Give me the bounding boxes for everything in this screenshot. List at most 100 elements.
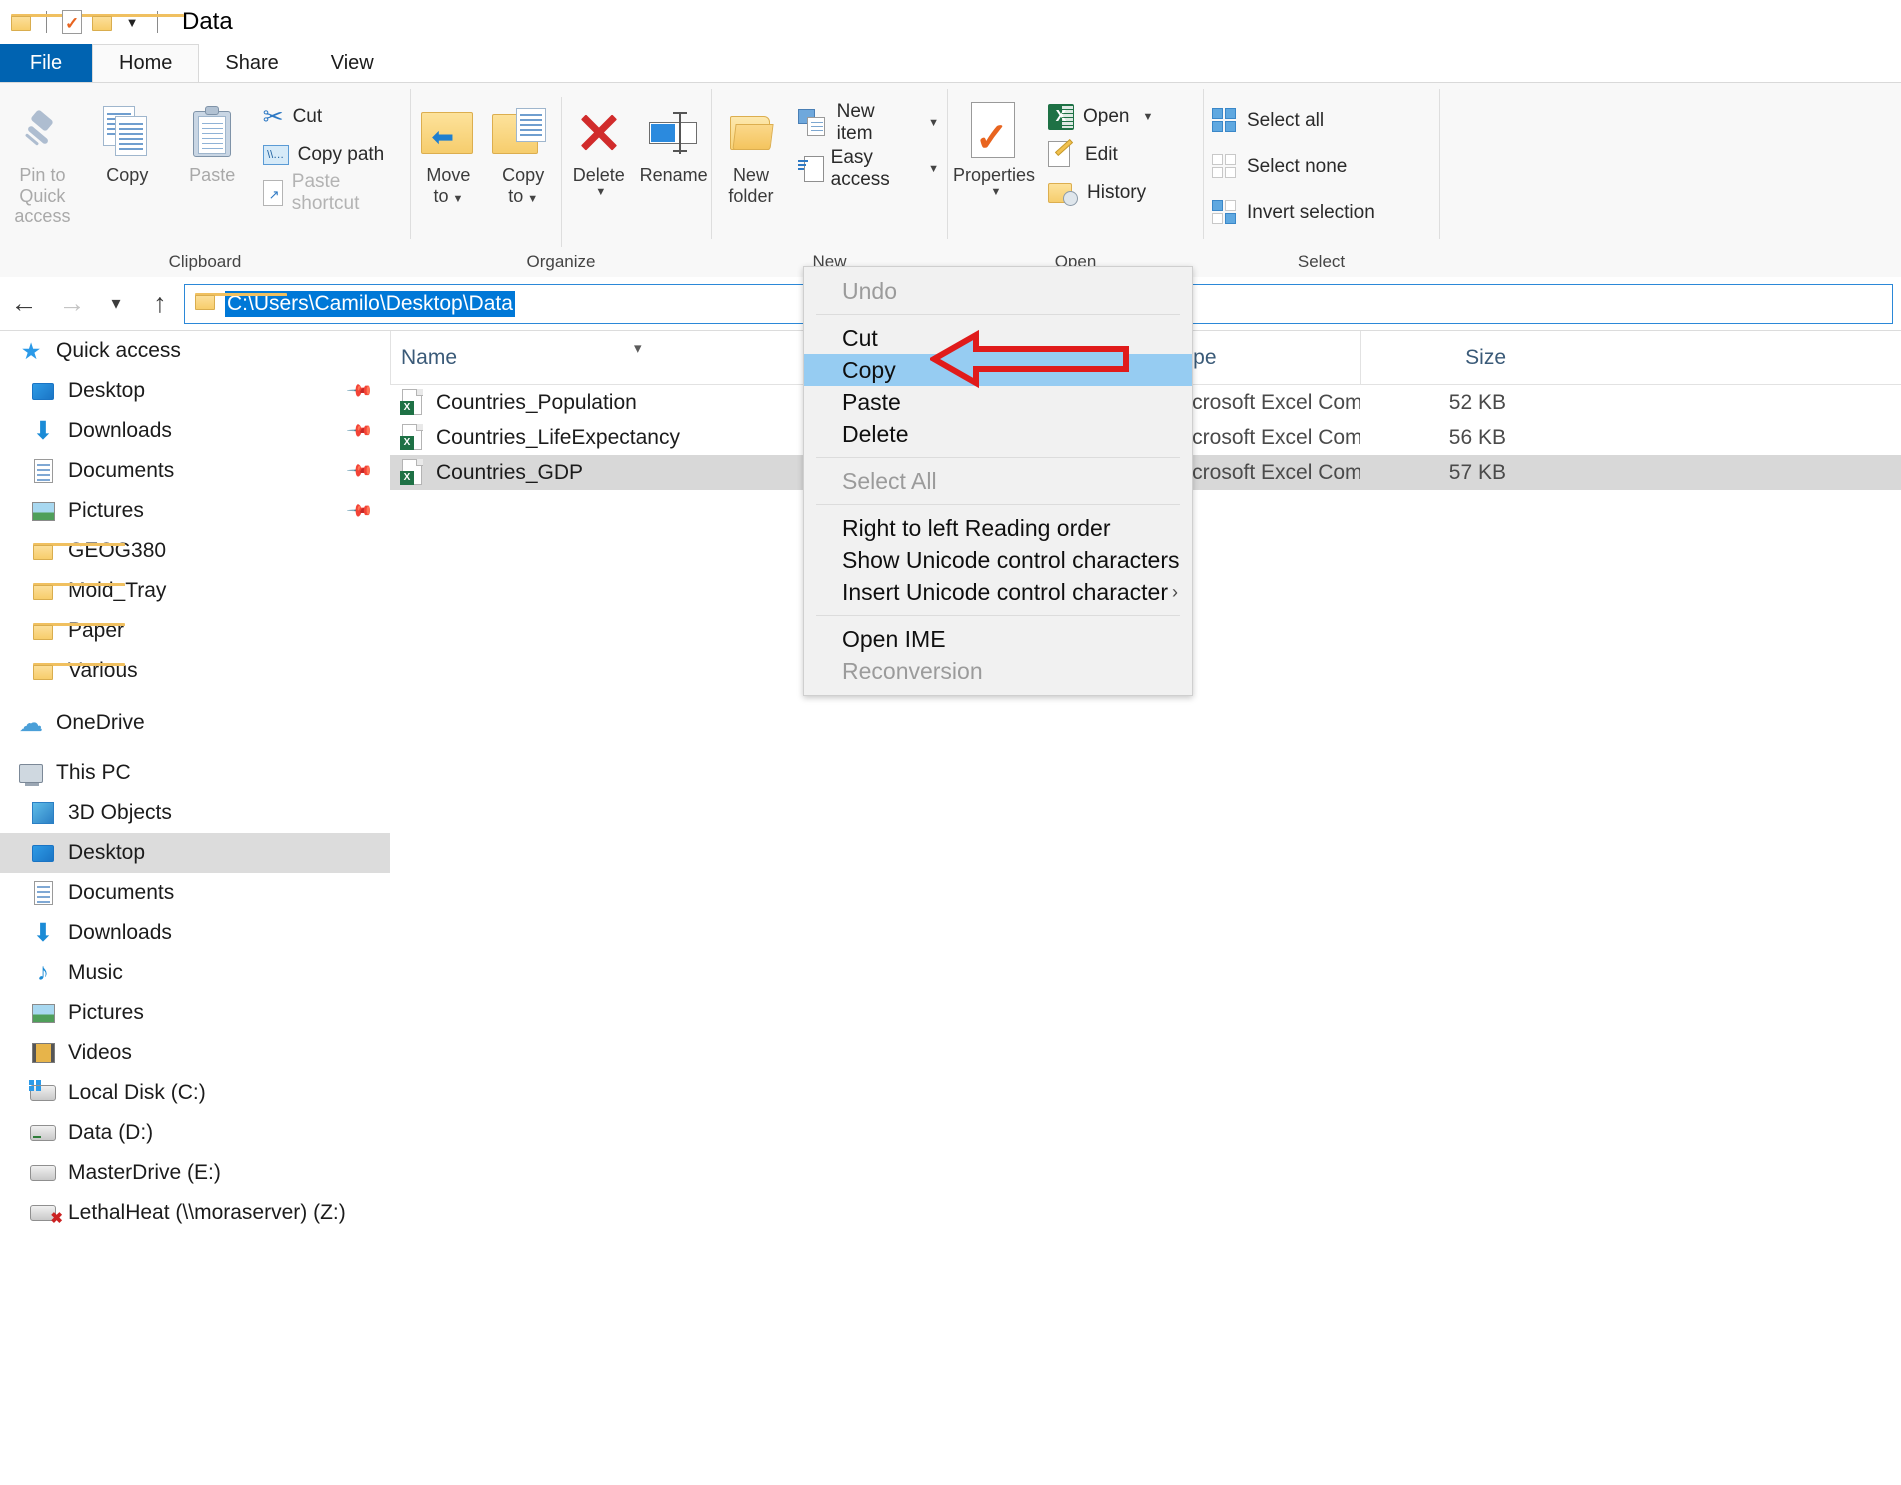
sidebar-item-mold-tray[interactable]: Mold_Tray	[0, 571, 390, 611]
new-small-commands: New item ▼ Easy access ▼	[790, 91, 947, 190]
sidebar-item-downloads-pc[interactable]: ⬇ Downloads	[0, 913, 390, 953]
cut-button[interactable]: ✂ Cut	[255, 101, 410, 133]
context-menu-item-undo[interactable]: Undo	[804, 275, 1192, 307]
up-arrow-icon[interactable]: ↑	[136, 277, 184, 331]
forward-arrow-icon[interactable]: →	[48, 277, 96, 331]
sidebar-label: Videos	[68, 1041, 132, 1064]
sidebar-item-local-disk-c[interactable]: Local Disk (C:)	[0, 1073, 390, 1113]
rename-button[interactable]: Rename	[636, 91, 711, 186]
new-folder-button[interactable]: New folder	[712, 91, 790, 206]
sidebar-item-pictures[interactable]: Pictures 📌	[0, 491, 390, 531]
sidebar-item-onedrive[interactable]: ☁ OneDrive	[0, 703, 390, 743]
sidebar-item-music[interactable]: ♪ Music	[0, 953, 390, 993]
local-disk-icon	[29, 1080, 56, 1106]
context-menu-item-cut[interactable]: Cut	[804, 322, 1192, 354]
sidebar-item-geog380[interactable]: GEOG380	[0, 531, 390, 571]
select-small-commands: Select all Select none Invert selection	[1204, 91, 1383, 229]
drive-icon	[30, 1160, 56, 1186]
context-menu-item-delete[interactable]: Delete	[804, 418, 1192, 450]
sidebar-item-videos[interactable]: Videos	[0, 1033, 390, 1073]
new-item-icon	[797, 109, 828, 137]
edit-button[interactable]: Edit	[1040, 138, 1161, 171]
qat-properties-check-icon[interactable]: ✓	[57, 7, 87, 37]
column-header-size[interactable]: Size	[1360, 331, 1520, 384]
back-arrow-icon[interactable]: ←	[0, 277, 48, 331]
easy-access-caret-icon[interactable]: ▼	[928, 163, 939, 175]
context-menu-item-copy[interactable]: Copy	[804, 354, 1192, 386]
network-drive-disconnected-icon	[30, 1200, 63, 1227]
sidebar-item-this-pc[interactable]: This PC	[0, 753, 390, 793]
context-menu-item-show-unicode-control-characters[interactable]: Show Unicode control characters	[804, 544, 1192, 576]
open-caret-icon[interactable]: ▼	[1142, 111, 1153, 123]
folder-icon	[30, 538, 125, 564]
sidebar-label: Data (D:)	[68, 1121, 154, 1144]
paste-label: Paste	[189, 165, 236, 185]
rename-icon	[647, 101, 701, 163]
sidebar-item-downloads[interactable]: ⬇ Downloads 📌	[0, 411, 390, 451]
sidebar-item-data-d[interactable]: Data (D:)	[0, 1113, 390, 1153]
copy-to-icon	[492, 101, 554, 163]
sidebar-label: Music	[68, 961, 123, 984]
tab-home[interactable]: Home	[92, 44, 200, 82]
tab-view[interactable]: View	[305, 44, 400, 82]
sidebar-item-masterdrive-e[interactable]: MasterDrive (E:)	[0, 1153, 390, 1193]
select-none-button[interactable]: Select none	[1204, 151, 1383, 183]
context-menu-item-select-all[interactable]: Select All	[804, 465, 1192, 497]
paste-button[interactable]: Paste	[170, 91, 255, 186]
ribbon-group-select: Select all Select none Invert selection …	[1204, 83, 1439, 277]
qat-folder-icon[interactable]	[6, 7, 103, 37]
tab-share[interactable]: Share	[199, 44, 304, 82]
context-menu[interactable]: Undo Cut Copy Paste Delete Select All Ri…	[803, 266, 1193, 696]
sidebar-item-documents[interactable]: Documents 📌	[0, 451, 390, 491]
sidebar-item-lethalheat-z[interactable]: LethalHeat (\\moraserver) (Z:)	[0, 1193, 390, 1233]
context-menu-item-paste[interactable]: Paste	[804, 386, 1192, 418]
paste-shortcut-button[interactable]: ↗ Paste shortcut	[255, 171, 410, 214]
sidebar-item-3d-objects[interactable]: 3D Objects	[0, 793, 390, 833]
context-menu-item-reconversion[interactable]: Reconversion	[804, 655, 1192, 687]
open-label: Open	[1083, 106, 1130, 127]
pin-icon	[22, 101, 62, 163]
select-none-label: Select none	[1247, 156, 1348, 177]
move-to-caret-icon[interactable]: ▼	[452, 193, 463, 205]
invert-selection-button[interactable]: Invert selection	[1204, 197, 1383, 229]
easy-access-button[interactable]: Easy access ▼	[790, 147, 947, 190]
select-all-label: Select all	[1247, 110, 1325, 131]
context-menu-item-open-ime[interactable]: Open IME	[804, 623, 1192, 655]
qat-new-folder-icon[interactable]	[87, 7, 184, 37]
delete-caret-icon[interactable]: ▼	[595, 186, 606, 198]
sidebar-item-documents-pc[interactable]: Documents	[0, 873, 390, 913]
open-button[interactable]: X Open ▼	[1040, 101, 1161, 133]
move-to-button[interactable]: ⬅ Move to ▼	[411, 91, 486, 206]
new-item-caret-icon[interactable]: ▼	[928, 117, 939, 129]
navigation-pane[interactable]: ★ Quick access Desktop 📌 ⬇ Downloads 📌 D…	[0, 331, 390, 1485]
recent-locations-chevron-down-icon[interactable]: ▾	[96, 277, 136, 331]
sidebar-label: MasterDrive (E:)	[68, 1161, 221, 1184]
file-size: 52 KB	[1448, 390, 1506, 414]
history-button[interactable]: History	[1040, 177, 1161, 209]
pin-to-quick-access-button[interactable]: Pin to Quick access	[0, 91, 85, 227]
sidebar-item-paper[interactable]: Paper	[0, 611, 390, 651]
organize-group-label: Organize	[526, 252, 596, 271]
new-item-button[interactable]: New item ▼	[790, 101, 947, 144]
delete-button[interactable]: Delete ▼	[561, 91, 636, 198]
drive-icon	[30, 1120, 56, 1146]
qat-chevron-down-icon[interactable]: ▼	[117, 7, 147, 37]
file-explorer-window: ✓ ▼ Data File Home Share View Pin to Qui…	[0, 0, 1901, 1485]
copy-to-button[interactable]: Copy to ▼	[486, 91, 561, 206]
tab-file[interactable]: File	[0, 44, 92, 82]
properties-button[interactable]: ✓ Properties ▼	[948, 91, 1040, 198]
copy-path-button[interactable]: \\… Copy path	[255, 139, 410, 171]
copy-to-caret-icon[interactable]: ▼	[527, 193, 538, 205]
sort-ascending-icon: ▾	[634, 340, 642, 357]
context-menu-item-rtl-reading-order[interactable]: Right to left Reading order	[804, 512, 1192, 544]
sidebar-item-quick-access[interactable]: ★ Quick access	[0, 331, 390, 371]
context-menu-item-insert-unicode-control-character[interactable]: Insert Unicode control character ›	[804, 576, 1192, 608]
select-all-button[interactable]: Select all	[1204, 105, 1383, 137]
sidebar-item-desktop[interactable]: Desktop 📌	[0, 371, 390, 411]
copy-button[interactable]: Copy	[85, 91, 170, 186]
sidebar-item-various[interactable]: Various	[0, 651, 390, 691]
sidebar-item-pictures-pc[interactable]: Pictures	[0, 993, 390, 1033]
sidebar-item-desktop-pc[interactable]: Desktop	[0, 833, 390, 873]
music-icon: ♪	[37, 959, 49, 986]
properties-caret-icon[interactable]: ▼	[991, 186, 1002, 198]
